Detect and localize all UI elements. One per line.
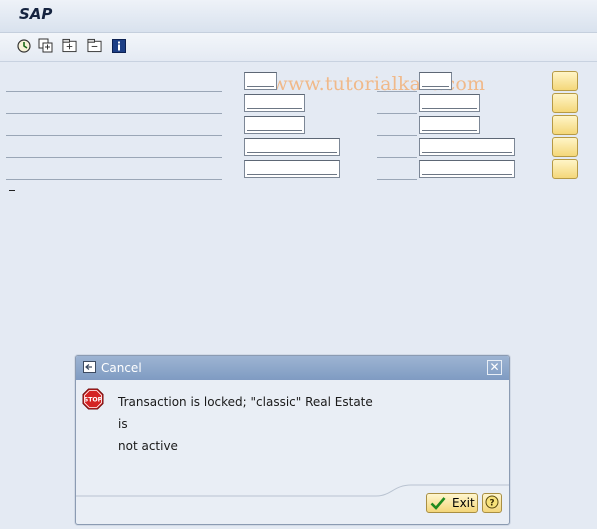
cancel-dialog-icon [83,361,97,374]
execute-icon[interactable] [16,38,31,53]
side-button-1[interactable] [552,71,578,91]
input-field-4[interactable] [244,138,340,156]
window-title: SAP [19,5,53,23]
close-icon[interactable]: ✕ [487,360,502,375]
field-label-9 [377,157,417,158]
field-label-6 [377,91,417,92]
input-field-2[interactable] [244,94,305,112]
application-toolbar: © www.tutorialkart.com [0,33,597,95]
dialog-header: Cancel ✕ [76,356,509,380]
collapse-icon[interactable] [87,38,102,53]
field-label-1 [6,91,222,92]
help-icon: ? [485,495,499,512]
input-field-3[interactable] [244,116,305,134]
side-button-4[interactable] [552,137,578,157]
cursor-dash [9,190,15,191]
help-button[interactable]: ? [482,493,502,513]
message-line-1: Transaction is locked; "classic" Real Es… [118,395,373,431]
expand-icon[interactable] [62,38,77,53]
field-label-4 [6,157,222,158]
stop-icon: STOP [82,388,104,410]
exit-button-label: Exit [452,496,475,510]
side-button-3[interactable] [552,115,578,135]
input-field-10[interactable] [419,160,515,178]
svg-text:STOP: STOP [84,397,103,404]
cancel-dialog: Cancel ✕ STOP Transaction is locked; "cl… [75,355,510,525]
exit-button[interactable]: Exit [426,493,478,513]
field-label-5 [6,179,222,180]
input-field-7[interactable] [419,94,480,112]
dialog-message: Transaction is locked; "classic" Real Es… [118,391,378,457]
field-label-3 [6,135,222,136]
input-field-8[interactable] [419,116,480,134]
input-field-5[interactable] [244,160,340,178]
message-line-2: not active [118,439,178,453]
field-label-7 [377,113,417,114]
svg-text:?: ? [489,498,494,508]
copy-icon[interactable] [38,38,53,53]
field-label-2 [6,113,222,114]
title-bar: SAP [0,0,597,33]
input-field-9[interactable] [419,138,515,156]
checkmark-icon [430,496,446,510]
info-icon[interactable] [111,38,126,53]
input-field-6[interactable] [419,72,452,90]
dialog-title: Cancel [101,361,142,375]
field-label-8 [377,135,417,136]
side-button-2[interactable] [552,93,578,113]
input-field-1[interactable] [244,72,277,90]
field-label-10 [377,179,417,180]
side-button-5[interactable] [552,159,578,179]
